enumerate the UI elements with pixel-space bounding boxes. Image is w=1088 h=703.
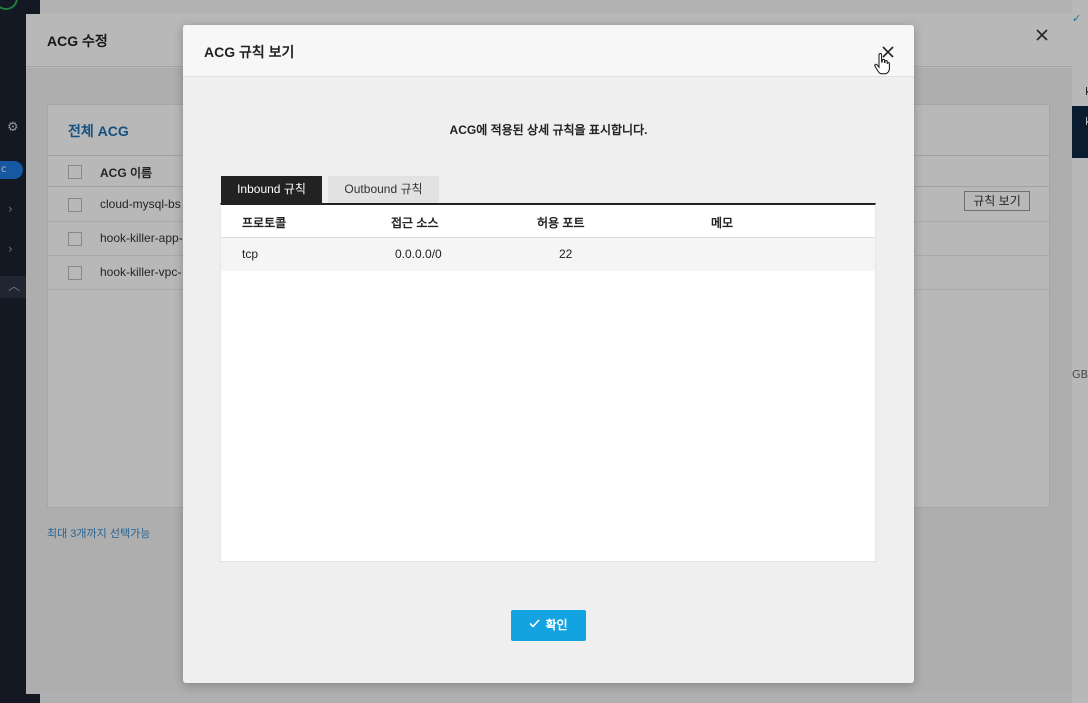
protocol-header: 프로토콜 bbox=[242, 216, 287, 230]
check-icon bbox=[529, 609, 541, 640]
memo-header: 메모 bbox=[711, 216, 734, 230]
confirm-button[interactable]: 확인 bbox=[511, 610, 586, 641]
rules-table: 프로토콜 접근 소스 허용 포트 메모 tcp 0.0.0.0/0 22 bbox=[220, 203, 876, 562]
modal-header: ACG 규칙 보기 bbox=[183, 25, 914, 77]
rules-table-header: 프로토콜 접근 소스 허용 포트 메모 bbox=[221, 205, 875, 238]
hand-cursor-icon bbox=[873, 52, 891, 75]
protocol-cell: tcp bbox=[242, 247, 259, 261]
table-row: tcp 0.0.0.0/0 22 bbox=[221, 238, 875, 271]
modal-title: ACG 규칙 보기 bbox=[204, 44, 295, 60]
source-cell: 0.0.0.0/0 bbox=[395, 247, 442, 261]
acg-rules-modal: ACG 규칙 보기 ACG에 적용된 상세 규칙을 표시합니다. Inbound… bbox=[183, 25, 914, 683]
source-header: 접근 소스 bbox=[391, 216, 439, 230]
tab-outbound[interactable]: Outbound 규칙 bbox=[328, 176, 439, 203]
modal-description: ACG에 적용된 상세 규칙을 표시합니다. bbox=[449, 123, 648, 137]
port-header: 허용 포트 bbox=[537, 216, 585, 230]
confirm-label: 확인 bbox=[545, 618, 568, 632]
tab-inbound[interactable]: Inbound 규칙 bbox=[221, 176, 322, 203]
port-cell: 22 bbox=[559, 247, 573, 261]
